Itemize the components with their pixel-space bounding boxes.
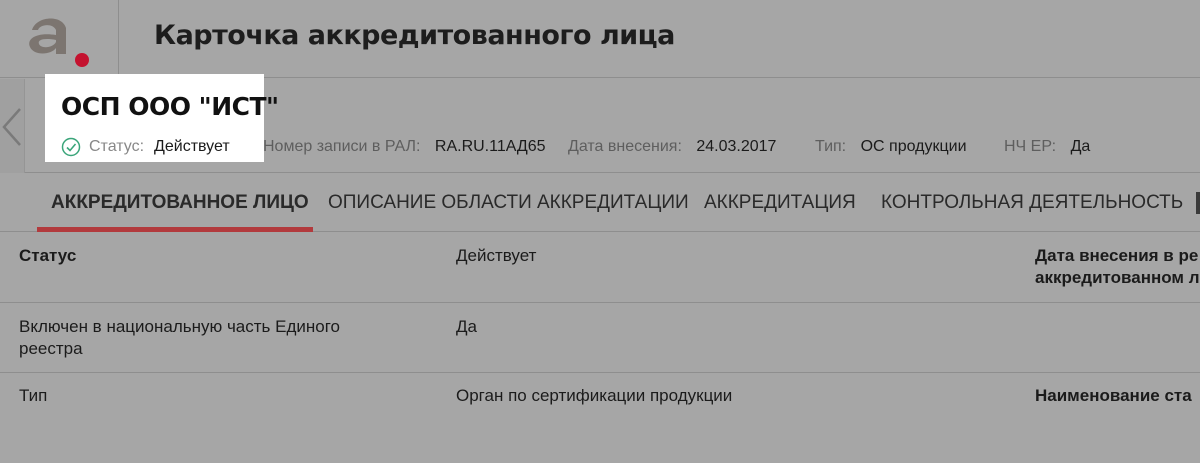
meta-date-label: Дата внесения:: [568, 138, 682, 155]
check-circle-icon: [61, 137, 81, 157]
row-type-value: Орган по сертификации продукции: [456, 386, 733, 405]
row-type-right-label: Наименование ста: [1035, 386, 1192, 405]
row-divider: [0, 372, 1200, 373]
tab-bar: АККРЕДИТОВАННОЕ ЛИЦО ОПИСАНИЕ ОБЛАСТИ АК…: [0, 174, 1200, 232]
brand-logo-icon[interactable]: [20, 10, 96, 72]
tab-overflow-edge: [1196, 192, 1200, 214]
status-label: Статус:: [89, 138, 145, 155]
meta-nch-label: НЧ ЕР:: [1004, 138, 1057, 155]
meta-reg-value: RA.RU.11АД65: [434, 138, 546, 155]
active-tab-indicator: [37, 227, 313, 232]
row-status-right-label-2: аккредитованном л: [1035, 268, 1200, 287]
row-divider: [0, 302, 1200, 303]
row-national-value: Да: [456, 317, 477, 336]
meta-date: Дата внесения: 24.03.2017: [568, 137, 776, 157]
meta-type-label: Тип:: [815, 138, 847, 155]
row-status-value: Действует: [456, 246, 537, 265]
logo-divider: [118, 0, 119, 78]
status-row: Статус: Действует: [61, 137, 230, 157]
meta-date-value: 24.03.2017: [696, 138, 777, 155]
meta-reg-label: Номер записи в РАЛ:: [263, 138, 421, 155]
row-national-label-1: Включен в национальную часть Единого: [19, 317, 341, 336]
tab-control-activity[interactable]: КОНТРОЛЬНАЯ ДЕЯТЕЛЬНОСТЬ: [881, 192, 1183, 214]
row-status-label: Статус: [19, 246, 77, 265]
org-name: ОСП ООО "ИСТ": [61, 92, 279, 121]
meta-type-value: ОС продукции: [860, 138, 967, 155]
tab-accreditation-scope[interactable]: ОПИСАНИЕ ОБЛАСТИ АККРЕДИТАЦИИ: [328, 192, 689, 214]
meta-reg-number: Номер записи в РАЛ: RA.RU.11АД65: [263, 137, 546, 157]
top-header: Карточка аккредитованного лица: [0, 0, 1200, 78]
row-national-label-2: реестра: [19, 339, 83, 358]
status-value: Действует: [154, 138, 230, 155]
chevron-left-icon: [2, 108, 21, 146]
page-title: Карточка аккредитованного лица: [154, 20, 675, 51]
row-status-right-label-1: Дата внесения в ре: [1035, 246, 1199, 265]
back-button[interactable]: [0, 79, 25, 173]
tab-accreditation[interactable]: АККРЕДИТАЦИЯ: [704, 192, 856, 214]
meta-nch: НЧ ЕР: Да: [1004, 137, 1090, 157]
meta-nch-value: Да: [1070, 138, 1091, 155]
meta-type: Тип: ОС продукции: [815, 137, 967, 157]
tab-accredited-person[interactable]: АККРЕДИТОВАННОЕ ЛИЦО: [51, 192, 309, 214]
row-type-label: Тип: [19, 386, 48, 405]
